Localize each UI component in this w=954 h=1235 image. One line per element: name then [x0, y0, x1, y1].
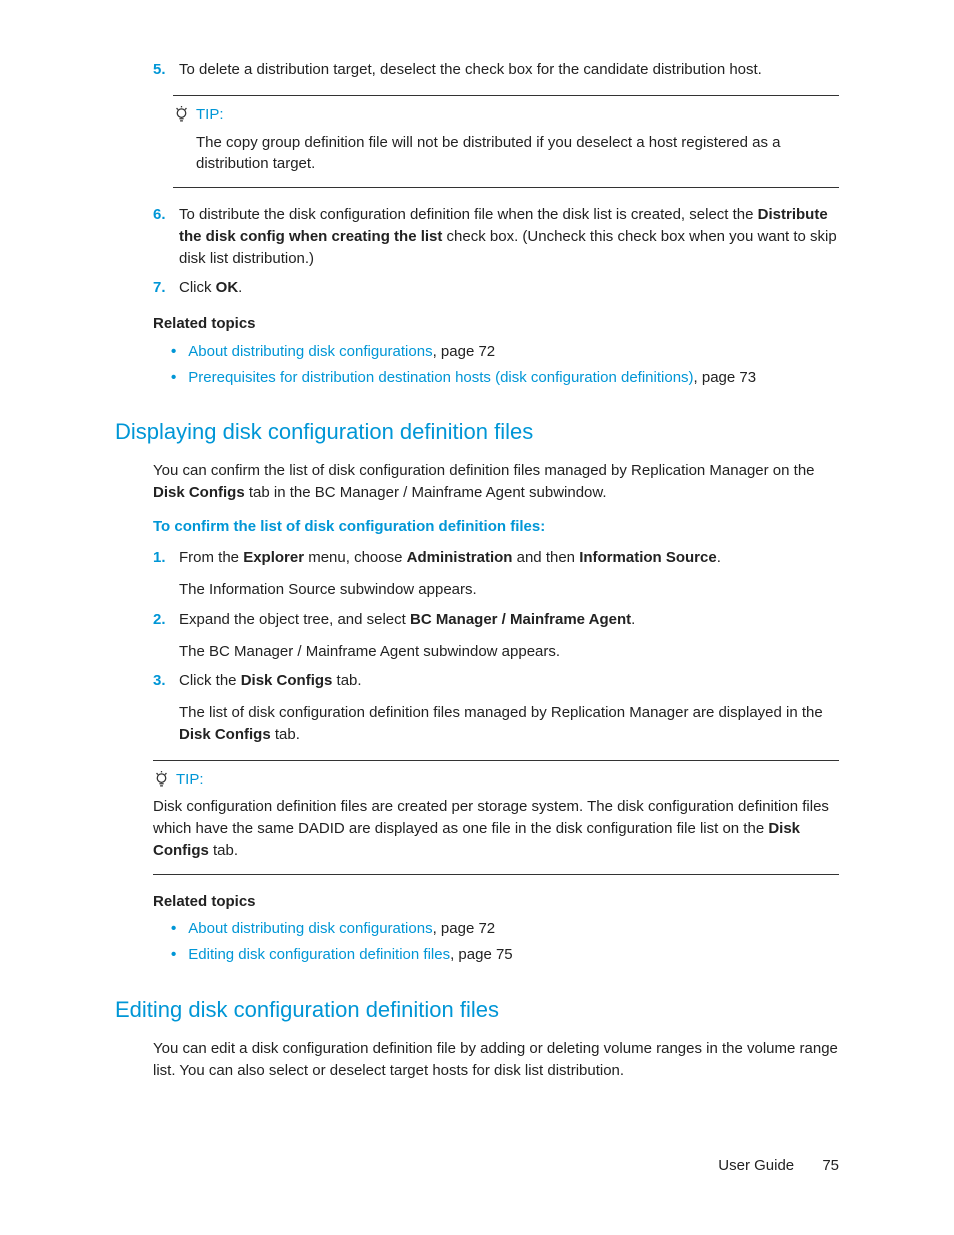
proc-step-1: 1. From the Explorer menu, choose Admini…: [153, 547, 839, 601]
step-number: 6.: [153, 204, 179, 269]
step-6: 6. To distribute the disk configuration …: [153, 204, 839, 269]
text-bold: Information Source: [579, 549, 717, 566]
bullet-icon: •: [171, 918, 176, 940]
tip-body: Disk configuration definition files are …: [153, 796, 839, 861]
related-topics-list: • About distributing disk configurations…: [171, 918, 839, 966]
tip-box: TIP: The copy group definition file will…: [173, 95, 839, 188]
text-run: tab in the BC Manager / Mainframe Agent …: [245, 484, 607, 501]
related-link[interactable]: About distributing disk configurations: [188, 343, 432, 360]
step-number: 1.: [153, 547, 179, 601]
related-line: About distributing disk configurations, …: [188, 341, 495, 363]
section-heading-displaying: Displaying disk configuration definition…: [115, 416, 839, 448]
proc-step-3: 3. Click the Disk Configs tab. The list …: [153, 670, 839, 745]
text-run: Click: [179, 279, 216, 296]
proc-step-2: 2. Expand the object tree, and select BC…: [153, 609, 839, 663]
text-bold: Disk Configs: [153, 484, 245, 501]
related-topics-heading: Related topics: [153, 891, 839, 913]
text-bold: Disk Configs: [179, 726, 271, 743]
related-line: About distributing disk configurations, …: [188, 918, 495, 940]
related-suffix: , page 73: [694, 369, 757, 386]
tip-label: TIP:: [176, 769, 204, 791]
tip-box: TIP: Disk configuration definition files…: [153, 760, 839, 875]
related-topics-list: • About distributing disk configurations…: [171, 341, 839, 389]
text-run: menu, choose: [304, 549, 407, 566]
tip-header: TIP:: [173, 104, 839, 126]
step-text: Click OK.: [179, 277, 839, 299]
step-result: The Information Source subwindow appears…: [179, 579, 839, 601]
text-run: You can confirm the list of disk configu…: [153, 462, 815, 479]
footer-label: User Guide: [718, 1157, 794, 1174]
step-text: To delete a distribution target, deselec…: [179, 59, 839, 81]
text-bold: Administration: [407, 549, 513, 566]
step-result: The BC Manager / Mainframe Agent subwind…: [179, 641, 839, 663]
text-run: .: [717, 549, 721, 566]
text-run: tab.: [271, 726, 300, 743]
related-topics-heading: Related topics: [153, 313, 839, 335]
page-footer: User Guide 75: [718, 1155, 839, 1177]
text-run: tab.: [332, 672, 361, 689]
text-bold: Explorer: [243, 549, 304, 566]
related-line: Editing disk configuration definition fi…: [188, 944, 512, 966]
section-heading-editing: Editing disk configuration definition fi…: [115, 994, 839, 1026]
text-run: Expand the object tree, and select: [179, 611, 410, 628]
step-7: 7. Click OK.: [153, 277, 839, 299]
related-topic-item: • About distributing disk configurations…: [171, 341, 839, 363]
tip-label: TIP:: [196, 104, 224, 126]
text-bold: Disk Configs: [241, 672, 333, 689]
procedure-heading: To confirm the list of disk configuratio…: [153, 516, 839, 538]
related-suffix: , page 72: [433, 920, 496, 937]
bullet-icon: •: [171, 367, 176, 389]
lightbulb-icon: [153, 771, 170, 788]
step-number: 7.: [153, 277, 179, 299]
step-number: 3.: [153, 670, 179, 745]
text-run: The list of disk configuration definitio…: [179, 704, 823, 721]
text-run: .: [631, 611, 635, 628]
step-text: From the Explorer menu, choose Administr…: [179, 547, 839, 601]
step-text: To distribute the disk configuration def…: [179, 204, 839, 269]
lightbulb-icon: [173, 106, 190, 123]
related-topic-item: • About distributing disk configurations…: [171, 918, 839, 940]
text-run: To distribute the disk configuration def…: [179, 206, 758, 223]
doc-page: 5. To delete a distribution target, dese…: [0, 0, 954, 1235]
text-run: and then: [512, 549, 579, 566]
text-run: Click the: [179, 672, 241, 689]
related-link[interactable]: Prerequisites for distribution destinati…: [188, 369, 693, 386]
text-bold: OK: [216, 279, 239, 296]
step-text: Click the Disk Configs tab. The list of …: [179, 670, 839, 745]
text-run: From the: [179, 549, 243, 566]
tip-header: TIP:: [153, 769, 839, 791]
related-suffix: , page 72: [433, 343, 496, 360]
step-result: The list of disk configuration definitio…: [179, 702, 839, 746]
text-run: Disk configuration definition files are …: [153, 798, 829, 837]
bullet-icon: •: [171, 341, 176, 363]
text-bold: BC Manager / Mainframe Agent: [410, 611, 631, 628]
text-run: .: [238, 279, 242, 296]
step-text: Expand the object tree, and select BC Ma…: [179, 609, 839, 663]
step-number: 5.: [153, 59, 179, 81]
related-link[interactable]: About distributing disk configurations: [188, 920, 432, 937]
page-number: 75: [822, 1157, 839, 1174]
bullet-icon: •: [171, 944, 176, 966]
related-topic-item: • Prerequisites for distribution destina…: [171, 367, 839, 389]
text-run: tab.: [209, 842, 238, 859]
step-number: 2.: [153, 609, 179, 663]
section-intro: You can edit a disk configuration defini…: [153, 1038, 839, 1082]
related-suffix: , page 75: [450, 946, 513, 963]
related-link[interactable]: Editing disk configuration definition fi…: [188, 946, 450, 963]
section-intro: You can confirm the list of disk configu…: [153, 460, 839, 504]
related-line: Prerequisites for distribution destinati…: [188, 367, 756, 389]
step-5: 5. To delete a distribution target, dese…: [153, 59, 839, 81]
tip-body: The copy group definition file will not …: [196, 132, 839, 176]
related-topic-item: • Editing disk configuration definition …: [171, 944, 839, 966]
